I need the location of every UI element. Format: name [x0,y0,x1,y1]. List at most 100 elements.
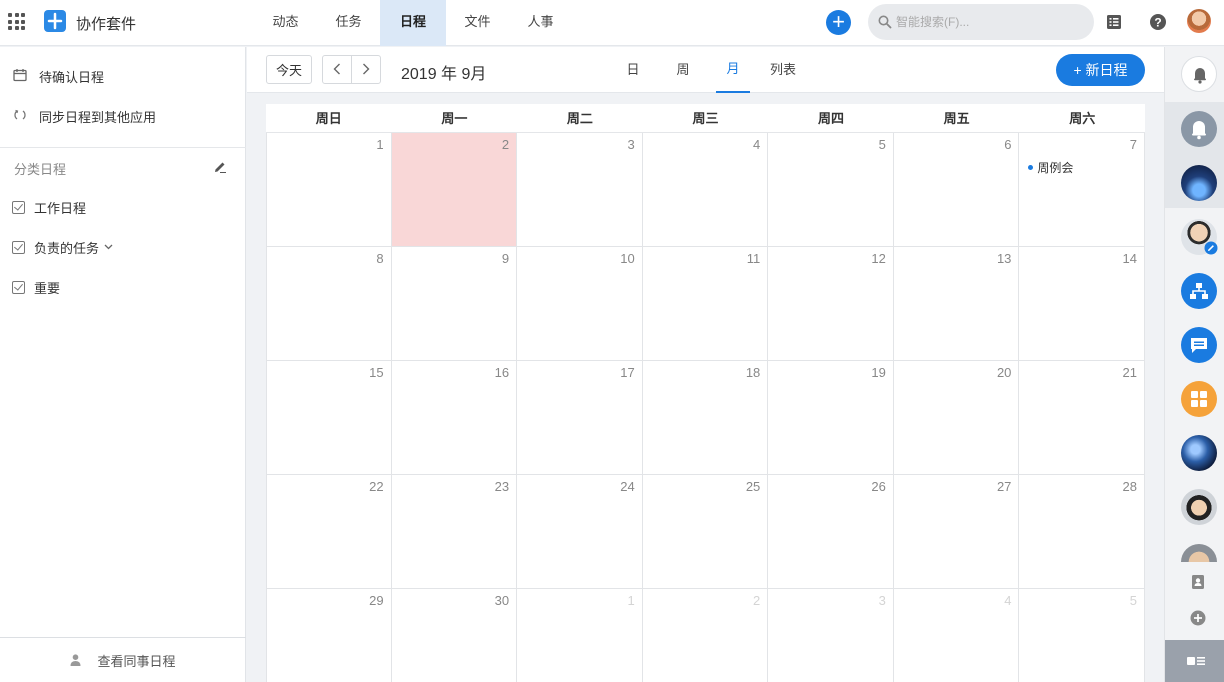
view-tab-week[interactable]: 周 [670,47,696,93]
day-cell[interactable]: 13 [893,247,1020,361]
right-rail [1164,47,1224,682]
contact-avatar-city[interactable] [1181,165,1217,201]
day-number: 3 [627,137,635,152]
person-icon [70,654,81,666]
day-number: 28 [1122,479,1137,494]
day-cell[interactable]: 6 [893,133,1020,247]
app-launcher-icon[interactable] [8,13,25,30]
day-cell[interactable]: 20 [893,361,1020,475]
day-number: 30 [494,593,510,608]
help-icon[interactable]: ? [1148,12,1168,32]
org-chart-icon[interactable] [1181,273,1217,309]
checkbox-checked-icon[interactable] [12,240,25,254]
next-month-button[interactable] [351,55,381,84]
day-cell[interactable]: 27 [893,475,1020,589]
contact-avatar-earth[interactable] [1181,435,1217,471]
pending-schedule-item[interactable]: 待确认日程 [12,66,104,86]
day-cell[interactable]: 16 [391,361,518,475]
new-schedule-button[interactable]: + 新日程 [1056,54,1145,86]
notification-icon[interactable] [1181,111,1217,147]
day-cell[interactable]: 26 [768,475,894,589]
day-cell[interactable]: 29 [266,589,392,682]
day-number: 6 [1004,137,1012,152]
edit-icon[interactable] [213,160,227,174]
day-cell[interactable]: 25 [642,475,769,589]
day-number: 24 [620,479,635,494]
bell-icon[interactable] [1181,56,1217,92]
calendar-days: 1 2 3 4 5 6 7 周例会 8 9 10 11 12 13 14 15 … [266,133,1145,682]
list-view-icon[interactable] [1104,12,1124,32]
today-button[interactable]: 今天 [266,55,312,84]
nav-tab-hr[interactable]: 人事 [509,0,572,46]
day-number: 22 [369,479,384,494]
message-icon[interactable] [1181,327,1217,363]
chevron-down-icon[interactable] [104,242,113,253]
search-input[interactable] [896,13,1076,31]
day-cell-today[interactable]: 2 [391,133,518,247]
contact-avatar-man[interactable] [1181,219,1218,255]
view-colleague-schedule-link[interactable]: 查看同事日程 [0,637,246,682]
day-cell[interactable]: 10 [517,247,643,361]
contact-avatar-man-2[interactable] [1181,489,1217,525]
category-item-tasks[interactable]: 负责的任务 [12,237,113,257]
apps-grid-icon[interactable] [1181,381,1217,417]
day-cell-next-month[interactable]: 4 [894,589,1020,682]
view-tab-month[interactable]: 月 [716,47,750,93]
nav-tab-tasks[interactable]: 任务 [317,0,380,46]
collapse-panel-button[interactable] [1165,640,1224,682]
category-label: 重要 [34,280,61,296]
calendar-event[interactable]: 周例会 [1028,159,1073,176]
category-item-work[interactable]: 工作日程 [12,197,86,217]
nav-tab-files[interactable]: 文件 [446,0,509,46]
view-switcher: 日 周 月 列表 [620,47,798,93]
day-number: 4 [753,137,761,152]
weekday-label: 周日 [315,111,342,126]
category-label: 负责的任务 [34,240,100,256]
day-number: 5 [878,137,886,152]
day-cell[interactable]: 1 [266,133,392,247]
user-avatar[interactable] [1187,9,1211,33]
day-cell[interactable]: 7 周例会 [1019,133,1145,247]
brand-logo-icon [44,10,66,32]
day-cell[interactable]: 11 [642,247,769,361]
day-number: 8 [376,251,384,266]
day-cell[interactable]: 22 [266,475,392,589]
view-tab-list[interactable]: 列表 [768,47,798,93]
day-cell[interactable]: 14 [1019,247,1145,361]
day-cell[interactable]: 9 [391,247,518,361]
contacts-icon[interactable] [1189,573,1207,591]
category-item-important[interactable]: 重要 [12,277,60,297]
day-cell-next-month[interactable]: 2 [643,589,769,682]
search-box[interactable] [868,4,1094,40]
day-cell[interactable]: 17 [517,361,643,475]
day-cell[interactable]: 8 [266,247,392,361]
day-cell[interactable]: 15 [266,361,392,475]
weekday-label: 周一 [441,111,468,126]
day-number: 26 [871,479,886,494]
day-cell[interactable]: 18 [642,361,769,475]
day-cell[interactable]: 12 [768,247,894,361]
day-cell[interactable]: 4 [642,133,769,247]
day-cell[interactable]: 24 [517,475,643,589]
quick-create-button[interactable]: + [826,10,851,35]
prev-month-button[interactable] [322,55,352,84]
contact-avatar-partial[interactable] [1181,544,1217,562]
checkbox-checked-icon[interactable] [12,280,25,294]
checkbox-checked-icon[interactable] [12,200,25,214]
nav-tab-feed[interactable]: 动态 [254,0,317,46]
sync-schedule-item[interactable]: 同步日程到其他应用 [12,106,156,126]
day-cell[interactable]: 5 [768,133,894,247]
nav-tab-schedule[interactable]: 日程 [380,0,446,46]
day-cell[interactable]: 21 [1019,361,1145,475]
day-cell[interactable]: 3 [517,133,643,247]
day-cell-next-month[interactable]: 3 [768,589,894,682]
day-cell[interactable]: 19 [768,361,894,475]
day-cell-next-month[interactable]: 5 [1019,589,1145,682]
day-number: 2 [753,593,761,608]
day-cell-next-month[interactable]: 1 [517,589,643,682]
day-cell[interactable]: 23 [391,475,518,589]
day-cell[interactable]: 28 [1019,475,1145,589]
day-cell[interactable]: 30 [392,589,518,682]
add-contact-icon[interactable] [1189,609,1207,627]
view-tab-day[interactable]: 日 [620,47,646,93]
